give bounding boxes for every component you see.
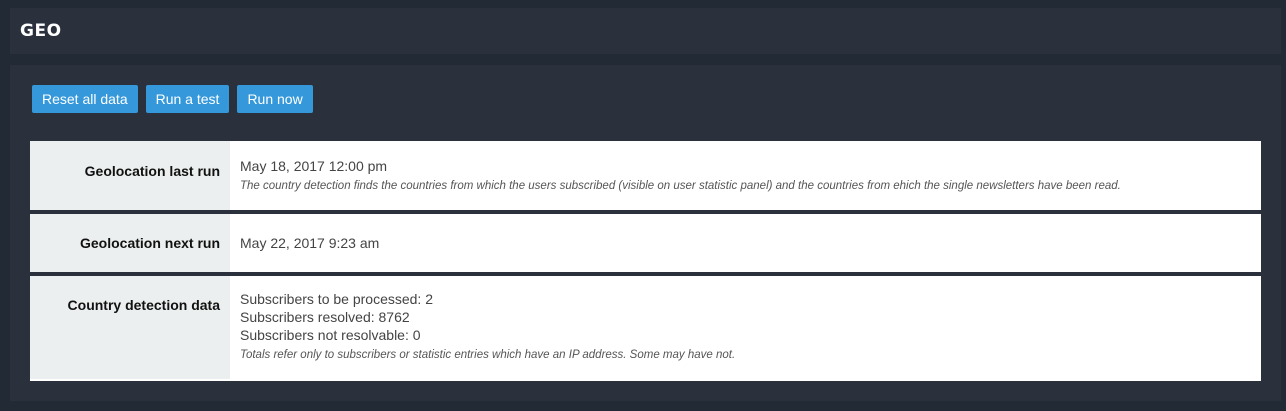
- row-label-country-data: Country detection data: [30, 276, 230, 379]
- toolbar: Reset all data Run a test Run now: [32, 85, 313, 113]
- geo-info-table: Geolocation last run May 18, 2017 12:00 …: [30, 141, 1261, 381]
- country-data-note: Totals refer only to subscribers or stat…: [240, 349, 736, 361]
- row-label-next-run: Geolocation next run: [30, 214, 230, 272]
- subscribers-resolved: Subscribers resolved: 8762: [240, 309, 410, 325]
- table-row-country-data: Country detection data Subscribers to be…: [30, 276, 1261, 379]
- table-row-next-run: Geolocation next run May 22, 2017 9:23 a…: [30, 214, 1261, 272]
- row-value-last-run: May 18, 2017 12:00 pm The country detect…: [230, 141, 1261, 210]
- page-title: GEO: [20, 21, 62, 41]
- run-now-button[interactable]: Run now: [237, 85, 313, 113]
- table-row-last-run: Geolocation last run May 18, 2017 12:00 …: [30, 141, 1261, 210]
- row-value-next-run: May 22, 2017 9:23 am: [230, 214, 1261, 272]
- next-run-date: May 22, 2017 9:23 am: [240, 235, 380, 251]
- last-run-date: May 18, 2017 12:00 pm: [240, 158, 388, 174]
- geo-panel: Reset all data Run a test Run now Geoloc…: [10, 65, 1281, 401]
- run-test-button[interactable]: Run a test: [145, 85, 230, 113]
- last-run-note: The country detection finds the countrie…: [240, 180, 1121, 192]
- reset-all-data-button[interactable]: Reset all data: [32, 85, 138, 113]
- subscribers-not-resolvable: Subscribers not resolvable: 0: [240, 327, 421, 343]
- row-label-last-run: Geolocation last run: [30, 141, 230, 210]
- row-value-country-data: Subscribers to be processed: 2 Subscribe…: [230, 276, 1261, 379]
- subscribers-to-process: Subscribers to be processed: 2: [240, 291, 433, 307]
- page-header: GEO: [10, 8, 1281, 54]
